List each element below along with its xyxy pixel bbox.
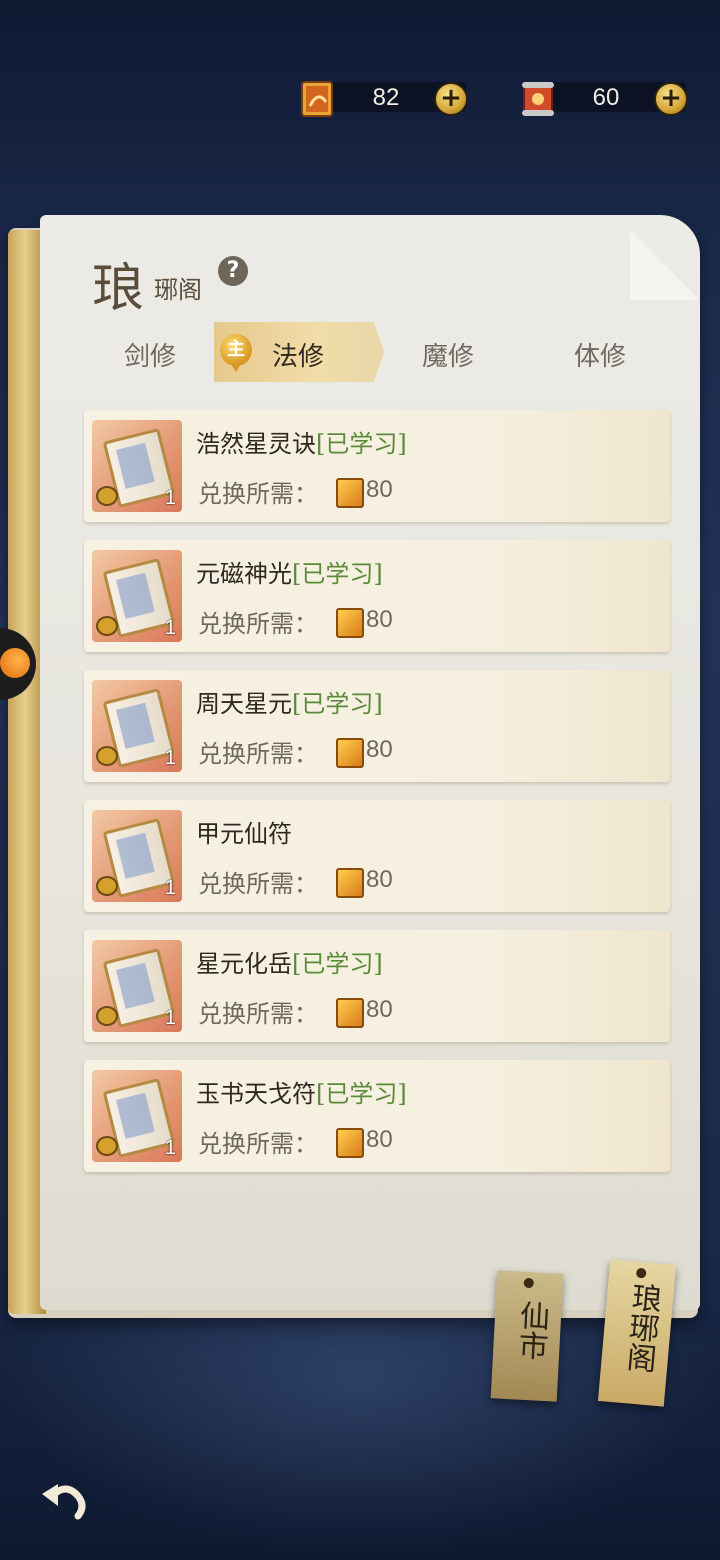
cost-value: 80: [366, 606, 393, 633]
tab-sword[interactable]: 剑修: [124, 336, 176, 373]
skill-book-icon: [336, 608, 364, 638]
cost-value: 80: [366, 476, 393, 503]
list-item[interactable]: 1 星元化岳[已学习] 兑换所需： 80: [84, 930, 670, 1042]
side-tab-langya[interactable]: 琅琊阁: [597, 1259, 677, 1407]
skill-book-icon: [336, 998, 364, 1028]
tab-demon[interactable]: 魔修: [422, 336, 474, 373]
page-title-sub: 琊阁: [154, 276, 202, 304]
skill-name: 元磁神光[已学习]: [196, 560, 383, 588]
add-scroll-tokens-button[interactable]: +: [654, 82, 688, 116]
cost-value: 80: [366, 866, 393, 893]
skill-book-icon: [336, 1128, 364, 1158]
tab-body[interactable]: 体修: [574, 336, 626, 373]
cost-label: 兑换所需：: [198, 870, 318, 898]
list-item[interactable]: 1 元磁神光[已学习] 兑换所需： 80: [84, 540, 670, 652]
scroll-token-icon: [522, 82, 554, 116]
skill-book-icon: [336, 868, 364, 898]
main-class-badge: 主: [220, 334, 252, 372]
cost-label: 兑换所需：: [198, 1000, 318, 1028]
list-item[interactable]: 1 玉书天戈符[已学习] 兑换所需： 80: [84, 1060, 670, 1172]
add-skill-books-button[interactable]: +: [434, 82, 468, 116]
cost-label: 兑换所需：: [198, 1130, 318, 1158]
skill-name: 浩然星灵诀[已学习]: [196, 430, 407, 458]
list-item[interactable]: 1 周天星元[已学习] 兑换所需： 80: [84, 670, 670, 782]
cost-label: 兑换所需：: [198, 740, 318, 768]
skill-name: 周天星元[已学习]: [196, 690, 383, 718]
cost-value: 80: [366, 1126, 393, 1153]
pet-icon: [0, 648, 30, 678]
cost-label: 兑换所需：: [198, 610, 318, 638]
skill-scroll-icon: 1: [92, 940, 182, 1032]
cost-value: 80: [366, 736, 393, 763]
cost-value: 80: [366, 996, 393, 1023]
skill-book-icon: [301, 81, 333, 117]
page-title-main: 琅: [92, 259, 145, 319]
list-item[interactable]: 1 浩然星灵诀[已学习] 兑换所需： 80: [84, 410, 670, 522]
currency-scroll-tokens: 60 +: [516, 78, 688, 118]
skill-scroll-icon: 1: [92, 810, 182, 902]
side-tab-market[interactable]: 仙市: [490, 1270, 564, 1402]
skill-name: 玉书天戈符[已学习]: [196, 1080, 407, 1108]
skill-name: 星元化岳[已学习]: [196, 950, 383, 978]
skill-scroll-icon: 1: [92, 420, 182, 512]
list-item[interactable]: 1 甲元仙符 兑换所需： 80: [84, 800, 670, 912]
skill-book-icon: [336, 478, 364, 508]
back-arrow-icon[interactable]: [38, 1474, 90, 1526]
skill-scroll-icon: 1: [92, 680, 182, 772]
skill-scroll-icon: 1: [92, 1070, 182, 1162]
currency-value: 82: [372, 84, 400, 111]
currency-value: 60: [592, 84, 620, 111]
tab-magic[interactable]: 法修: [272, 336, 324, 373]
currency-skill-books: 82 +: [296, 78, 468, 118]
skill-book-icon: [336, 738, 364, 768]
help-icon[interactable]: ?: [218, 256, 248, 286]
skill-name: 甲元仙符: [196, 820, 292, 848]
skill-scroll-icon: 1: [92, 550, 182, 642]
cost-label: 兑换所需：: [198, 480, 318, 508]
